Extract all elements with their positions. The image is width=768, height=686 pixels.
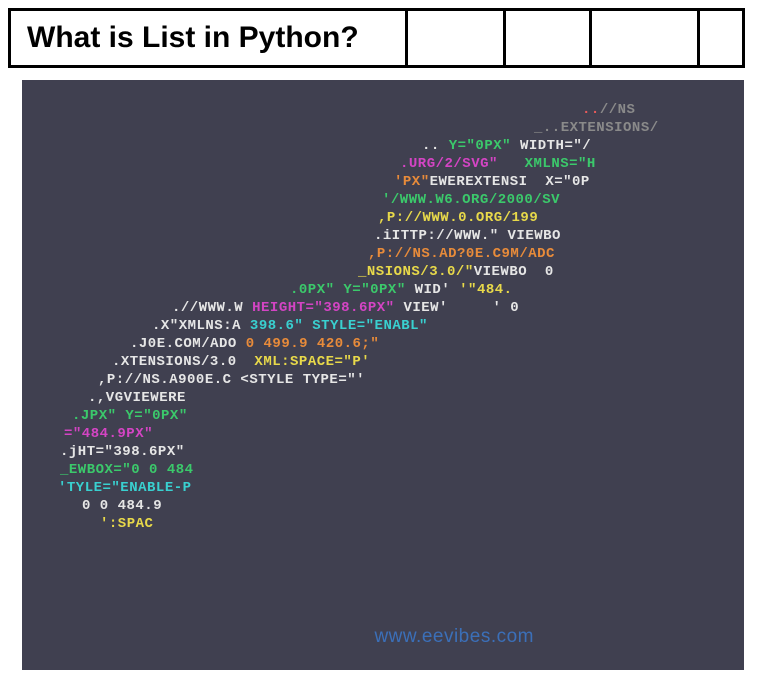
code-line: ="484.9PX" [64,426,153,442]
code-line: '/WWW.W6.ORG/2000/SV [382,192,560,208]
code-line: 'TYLE="ENABLE-P [58,480,192,496]
code-line: .JPX" Y="0PX" [72,408,188,424]
code-line: .0PX" Y="0PX" WID' '"484. [290,282,513,298]
code-line: ':SPAC [100,516,153,532]
code-line: ..//NS [582,102,635,118]
code-line: _EWBOX="0 0 484 [60,462,194,478]
code-line: 'PX"EWEREXTENSI X="0P [394,174,590,190]
code-line: .//WWW.W HEIGHT="398.6PX" VIEW' ' 0 [172,300,519,316]
code-line: .URG/2/SVG" XMLNS="H [400,156,596,172]
code-line: .J0E.COM/ADO 0 499.9 420.6;" [130,336,379,352]
code-line: _..EXTENSIONS/ [534,120,659,136]
code-line: .X"XMLNS:A 398.6" STYLE="ENABL" [152,318,428,334]
code-line: .XTENSIONS/3.0 XML:SPACE="P' [112,354,370,370]
code-art-canvas: www.eevibes.com ..//NS _..EXTENSIONS/ .. Y… [22,80,744,670]
code-line: 0 0 484.9 [82,498,162,514]
code-line: ,P://NS.AD?0E.C9M/ADC [368,246,555,262]
code-line: ,P://NS.A900E.C <STYLE TYPE="' [98,372,365,388]
header-cell-3 [592,8,700,68]
header-cell-2 [506,8,592,68]
code-line: .jHT="398.6PX" [60,444,185,460]
code-line: .iITTP://WWW." VIEWBO [374,228,561,244]
code-line: .,VGVIEWERE [88,390,186,406]
header-cell-1 [408,8,506,68]
code-line: ,P://WWW.0.ORG/199 [378,210,538,226]
page-title: What is List in Python? [8,8,408,68]
header-cell-4 [700,8,745,68]
code-line: .. Y="0PX" WIDTH="/ [422,138,591,154]
watermark: www.eevibes.com [374,626,534,648]
code-line: _NSIONS/3.0/"VIEWBO 0 [358,264,554,280]
